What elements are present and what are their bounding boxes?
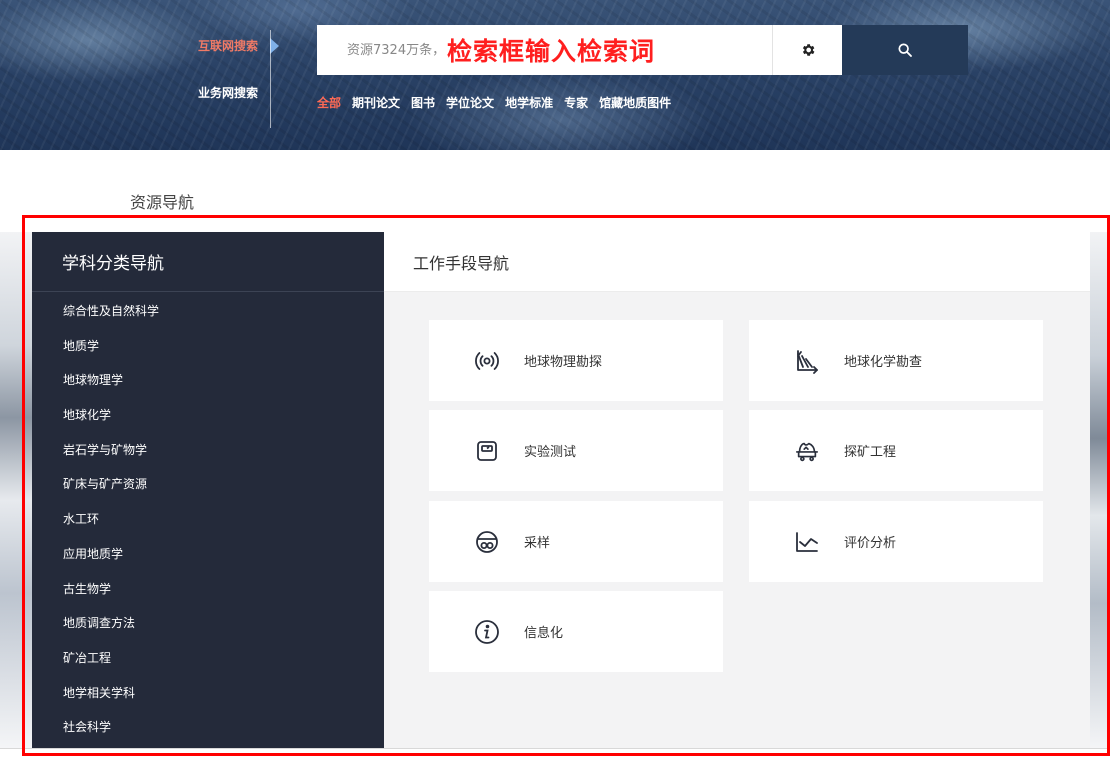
subject-item-geology[interactable]: 地质学 bbox=[32, 329, 384, 364]
work-card-geochemical-survey[interactable]: 地球化学勘查 bbox=[749, 320, 1043, 401]
search-button[interactable] bbox=[842, 25, 968, 75]
type-tab-theses[interactable]: 学位论文 bbox=[446, 94, 494, 111]
gear-icon bbox=[802, 44, 814, 56]
subject-nav-sidebar: 学科分类导航 综合性及自然科学 地质学 地球物理学 地球化学 岩石学与矿物学 矿… bbox=[32, 232, 384, 748]
work-card-label: 地球物理勘探 bbox=[524, 355, 603, 370]
work-card-label: 地球化学勘查 bbox=[844, 355, 923, 370]
subject-item-mining-metallurgy[interactable]: 矿冶工程 bbox=[32, 641, 384, 676]
work-card-label: 探矿工程 bbox=[844, 445, 897, 460]
info-icon bbox=[474, 619, 500, 645]
resource-nav-title: 资源导航 bbox=[130, 193, 195, 212]
subject-item-geochemistry[interactable]: 地球化学 bbox=[32, 398, 384, 433]
subject-item-related-disciplines[interactable]: 地学相关学科 bbox=[32, 676, 384, 711]
work-card-label: 信息化 bbox=[524, 626, 564, 641]
type-tab-books[interactable]: 图书 bbox=[411, 94, 435, 111]
resource-type-tabs: 全部 期刊论文 图书 学位论文 地学标准 专家 馆藏地质图件 bbox=[317, 94, 671, 111]
work-card-geophysical-exploration[interactable]: 地球物理勘探 bbox=[429, 320, 723, 401]
search-icon bbox=[898, 43, 912, 57]
subject-item-general-science[interactable]: 综合性及自然科学 bbox=[32, 294, 384, 329]
subject-item-paleontology[interactable]: 古生物学 bbox=[32, 572, 384, 607]
scale-icon bbox=[474, 438, 500, 464]
work-card-label: 评价分析 bbox=[844, 536, 897, 551]
subject-item-social-science[interactable]: 社会科学 bbox=[32, 710, 384, 745]
settings-button[interactable] bbox=[772, 25, 842, 75]
work-card-sampling[interactable]: 采样 bbox=[429, 501, 723, 582]
broadcast-icon bbox=[474, 348, 500, 374]
subject-item-survey-methods[interactable]: 地质调查方法 bbox=[32, 606, 384, 641]
subject-item-hydro-engineering-env[interactable]: 水工环 bbox=[32, 502, 384, 537]
type-tab-maps[interactable]: 馆藏地质图件 bbox=[599, 94, 671, 111]
mountain-backdrop-left bbox=[0, 232, 32, 748]
geochem-chart-icon bbox=[794, 348, 820, 374]
scope-internet-search[interactable]: 互联网搜索 bbox=[170, 37, 270, 54]
footer-divider bbox=[0, 748, 1110, 749]
work-nav-panel: 工作手段导航 地球物理勘探 地球化学勘查 实验测试 探矿工程 采样 评价分析 信… bbox=[384, 232, 1090, 748]
sample-icon bbox=[474, 529, 500, 555]
scope-active-arrow-icon bbox=[270, 38, 279, 54]
type-tab-standards[interactable]: 地学标准 bbox=[505, 94, 553, 111]
subject-item-mineral-deposits[interactable]: 矿床与矿产资源 bbox=[32, 467, 384, 502]
subject-item-geophysics[interactable]: 地球物理学 bbox=[32, 363, 384, 398]
subject-nav-list: 综合性及自然科学 地质学 地球物理学 地球化学 岩石学与矿物学 矿床与矿产资源 … bbox=[32, 292, 384, 745]
subject-nav-title: 学科分类导航 bbox=[32, 232, 384, 292]
work-card-informatization[interactable]: 信息化 bbox=[429, 591, 723, 672]
search-box: 检索框输入检索词 bbox=[317, 25, 772, 75]
work-card-evaluation-analysis[interactable]: 评价分析 bbox=[749, 501, 1043, 582]
subject-item-applied-geology[interactable]: 应用地质学 bbox=[32, 537, 384, 572]
type-tab-experts[interactable]: 专家 bbox=[564, 94, 588, 111]
type-tab-journal[interactable]: 期刊论文 bbox=[352, 94, 400, 111]
scope-divider bbox=[270, 30, 271, 128]
subject-item-petrology-mineralogy[interactable]: 岩石学与矿物学 bbox=[32, 433, 384, 468]
work-card-label: 实验测试 bbox=[524, 445, 577, 460]
search-annotation-text: 检索框输入检索词 bbox=[447, 37, 656, 66]
banner-texture bbox=[0, 0, 1110, 150]
work-card-mining-engineering[interactable]: 探矿工程 bbox=[749, 410, 1043, 491]
mountain-backdrop-right bbox=[1090, 232, 1110, 748]
work-nav-title: 工作手段导航 bbox=[384, 232, 1090, 292]
header-banner: 互联网搜索 业务网搜索 检索框输入检索词 全部 期刊论文 图书 学位论文 地学标… bbox=[0, 0, 1110, 150]
line-chart-icon bbox=[794, 529, 820, 555]
work-card-lab-testing[interactable]: 实验测试 bbox=[429, 410, 723, 491]
mine-cart-icon bbox=[794, 438, 820, 464]
work-card-label: 采样 bbox=[524, 536, 551, 551]
type-tab-all[interactable]: 全部 bbox=[317, 94, 341, 111]
scope-business-search[interactable]: 业务网搜索 bbox=[170, 84, 270, 101]
